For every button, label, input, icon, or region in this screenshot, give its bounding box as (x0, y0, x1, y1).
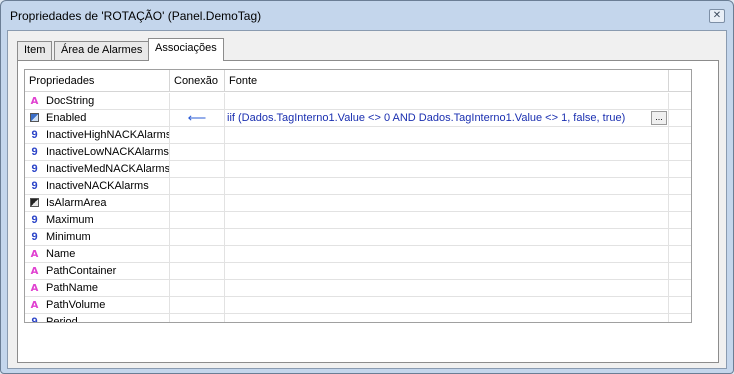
connection-cell[interactable] (170, 144, 225, 160)
property-name: IsAlarmArea (46, 197, 107, 209)
property-cell[interactable]: 9 Period (25, 314, 170, 323)
table-row[interactable]: A PathName (25, 280, 691, 297)
grid-header: Propriedades Conexão Fonte (25, 70, 691, 92)
connection-cell[interactable] (170, 93, 225, 109)
property-name: PathName (46, 282, 98, 294)
source-cell[interactable] (225, 195, 669, 211)
text-type-icon: A (30, 300, 39, 311)
table-row[interactable]: 9 Period (25, 314, 691, 323)
source-cell[interactable] (225, 212, 669, 228)
source-cell[interactable] (225, 144, 669, 160)
property-name: PathVolume (46, 299, 106, 311)
table-row[interactable]: 9 InactiveNACKAlarms (25, 178, 691, 195)
property-name: InactiveLowNACKAlarms (46, 146, 169, 158)
source-cell[interactable] (225, 280, 669, 296)
tab-area-de-alarmes[interactable]: Área de Alarmes (54, 41, 150, 60)
source-cell[interactable] (225, 314, 669, 322)
tab-item[interactable]: Item (17, 41, 53, 60)
tab-associacoes[interactable]: Associações (148, 38, 224, 61)
table-row[interactable]: 9 InactiveMedNACKAlarms (25, 161, 691, 178)
source-cell[interactable] (225, 93, 669, 109)
connection-cell[interactable] (170, 263, 225, 279)
column-header-source[interactable]: Fonte (225, 70, 669, 92)
connection-cell[interactable] (170, 229, 225, 245)
property-cell[interactable]: A PathContainer (25, 263, 170, 279)
window-title: Propriedades de 'ROTAÇÃO' (Panel.DemoTag… (10, 9, 262, 23)
source-cell[interactable] (225, 297, 669, 313)
number-type-icon: 9 (31, 231, 38, 243)
source-cell[interactable] (225, 246, 669, 262)
connection-cell[interactable] (170, 195, 225, 211)
source-cell[interactable] (225, 263, 669, 279)
table-row[interactable]: A DocString (25, 93, 691, 110)
property-name: DocString (46, 95, 95, 107)
connection-cell[interactable] (170, 297, 225, 313)
property-cell[interactable]: A Name (25, 246, 170, 262)
property-name: Maximum (46, 214, 94, 226)
table-row[interactable]: 9 InactiveHighNACKAlarms (25, 127, 691, 144)
property-cell[interactable]: A PathName (25, 280, 170, 296)
property-cell[interactable]: 9 Maximum (25, 212, 170, 228)
column-header-properties[interactable]: Propriedades (25, 70, 170, 92)
window-client-area: Item Área de Alarmes Associações Proprie… (7, 30, 727, 369)
property-cell[interactable]: 9 Minimum (25, 229, 170, 245)
table-row[interactable]: IsAlarmArea (25, 195, 691, 212)
table-row[interactable]: 9 InactiveLowNACKAlarms (25, 144, 691, 161)
property-name: Name (46, 248, 76, 260)
property-name: Enabled (46, 112, 87, 124)
source-cell[interactable] (225, 178, 669, 194)
number-type-icon: 9 (31, 146, 38, 158)
property-name: Period (46, 316, 78, 323)
connection-cell[interactable] (170, 280, 225, 296)
property-cell[interactable]: 9 InactiveNACKAlarms (25, 178, 170, 194)
source-cell[interactable] (225, 161, 669, 177)
property-cell[interactable]: IsAlarmArea (25, 195, 170, 211)
source-cell[interactable]: iif (Dados.TagInterno1.Value <> 0 AND Da… (225, 110, 669, 126)
close-icon[interactable]: ✕ (709, 9, 725, 23)
text-type-icon: A (30, 249, 39, 260)
table-row[interactable]: 9 Maximum (25, 212, 691, 229)
table-row[interactable]: A PathVolume (25, 297, 691, 314)
text-type-icon: A (30, 96, 39, 107)
table-row[interactable]: A Name (25, 246, 691, 263)
number-type-icon: 9 (31, 163, 38, 175)
connection-cell[interactable] (170, 161, 225, 177)
property-cell[interactable]: Enabled (25, 110, 170, 126)
property-name: InactiveNACKAlarms (46, 180, 149, 192)
title-bar[interactable]: Propriedades de 'ROTAÇÃO' (Panel.DemoTag… (1, 1, 733, 31)
associations-grid: Propriedades Conexão Fonte A DocString Ena… (24, 69, 692, 323)
property-name: Minimum (46, 231, 91, 243)
property-name: InactiveHighNACKAlarms (46, 129, 170, 141)
table-row[interactable]: Enabled ⟵ iif (Dados.TagInterno1.Value <> … (25, 110, 691, 127)
connection-arrow-icon[interactable]: ⟵ (170, 110, 225, 126)
property-name: PathContainer (46, 265, 117, 277)
table-row[interactable]: A PathContainer (25, 263, 691, 280)
property-cell[interactable]: 9 InactiveMedNACKAlarms (25, 161, 170, 177)
connection-cell[interactable] (170, 314, 225, 322)
table-row[interactable]: 9 Minimum (25, 229, 691, 246)
property-name: InactiveMedNACKAlarms (46, 163, 170, 175)
bool-type-icon (30, 198, 39, 207)
connection-cell[interactable] (170, 178, 225, 194)
connection-cell[interactable] (170, 127, 225, 143)
number-type-icon: 9 (31, 316, 38, 323)
bool-type-icon (30, 113, 39, 122)
column-header-connection[interactable]: Conexão (170, 70, 225, 92)
number-type-icon: 9 (31, 129, 38, 141)
connection-cell[interactable] (170, 246, 225, 262)
text-type-icon: A (30, 266, 39, 277)
source-cell[interactable] (225, 229, 669, 245)
source-cell[interactable] (225, 127, 669, 143)
source-editor-button[interactable]: ... (651, 111, 667, 125)
property-cell[interactable]: A PathVolume (25, 297, 170, 313)
connection-cell[interactable] (170, 212, 225, 228)
properties-window: Propriedades de 'ROTAÇÃO' (Panel.DemoTag… (0, 0, 734, 374)
text-type-icon: A (30, 283, 39, 294)
number-type-icon: 9 (31, 214, 38, 226)
property-cell[interactable]: 9 InactiveHighNACKAlarms (25, 127, 170, 143)
property-cell[interactable]: A DocString (25, 93, 170, 109)
number-type-icon: 9 (31, 180, 38, 192)
property-cell[interactable]: 9 InactiveLowNACKAlarms (25, 144, 170, 160)
